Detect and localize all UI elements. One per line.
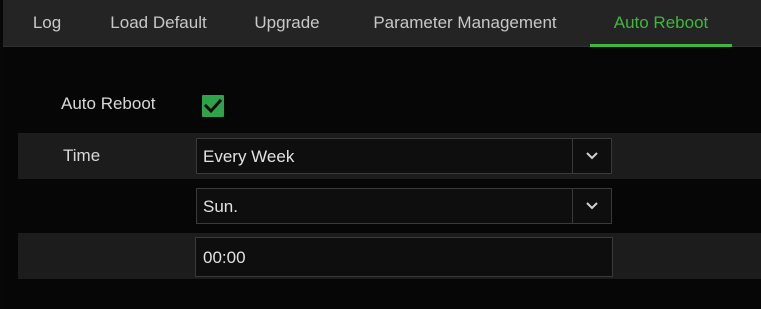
auto-reboot-checkbox[interactable] [202, 95, 224, 117]
tab-parameter-management-label: Parameter Management [373, 13, 557, 32]
day-select[interactable]: Sun. [196, 188, 612, 224]
frequency-select[interactable]: Every Week [196, 138, 612, 174]
tab-parameter-management[interactable]: Parameter Management [347, 0, 583, 46]
day-dropdown-button[interactable] [572, 189, 611, 223]
frequency-dropdown-button[interactable] [572, 139, 611, 173]
checkmark-icon [203, 98, 223, 114]
tab-upgrade[interactable]: Upgrade [240, 0, 334, 46]
time-input-value: 00:00 [203, 248, 246, 267]
tab-log-label: Log [32, 13, 62, 32]
tab-load-default[interactable]: Load Default [86, 0, 231, 46]
auto-reboot-label: Auto Reboot [61, 94, 156, 113]
day-select-value: Sun. [203, 197, 238, 216]
time-label: Time [63, 146, 101, 165]
time-input[interactable]: 00:00 [195, 237, 613, 277]
chevron-down-icon [586, 202, 598, 210]
tab-upgrade-label: Upgrade [254, 13, 320, 32]
chevron-down-icon [586, 152, 598, 160]
tab-auto-reboot[interactable]: Auto Reboot [590, 0, 732, 47]
tab-auto-reboot-label: Auto Reboot [613, 13, 709, 32]
auto-reboot-panel: Auto Reboot Time Every Week Sun. 00:00 [3, 47, 761, 309]
tab-log[interactable]: Log [21, 0, 73, 46]
frequency-select-value: Every Week [203, 147, 295, 166]
tab-bar: Log Load Default Upgrade Parameter Manag… [3, 0, 761, 47]
tab-load-default-label: Load Default [110, 13, 207, 32]
